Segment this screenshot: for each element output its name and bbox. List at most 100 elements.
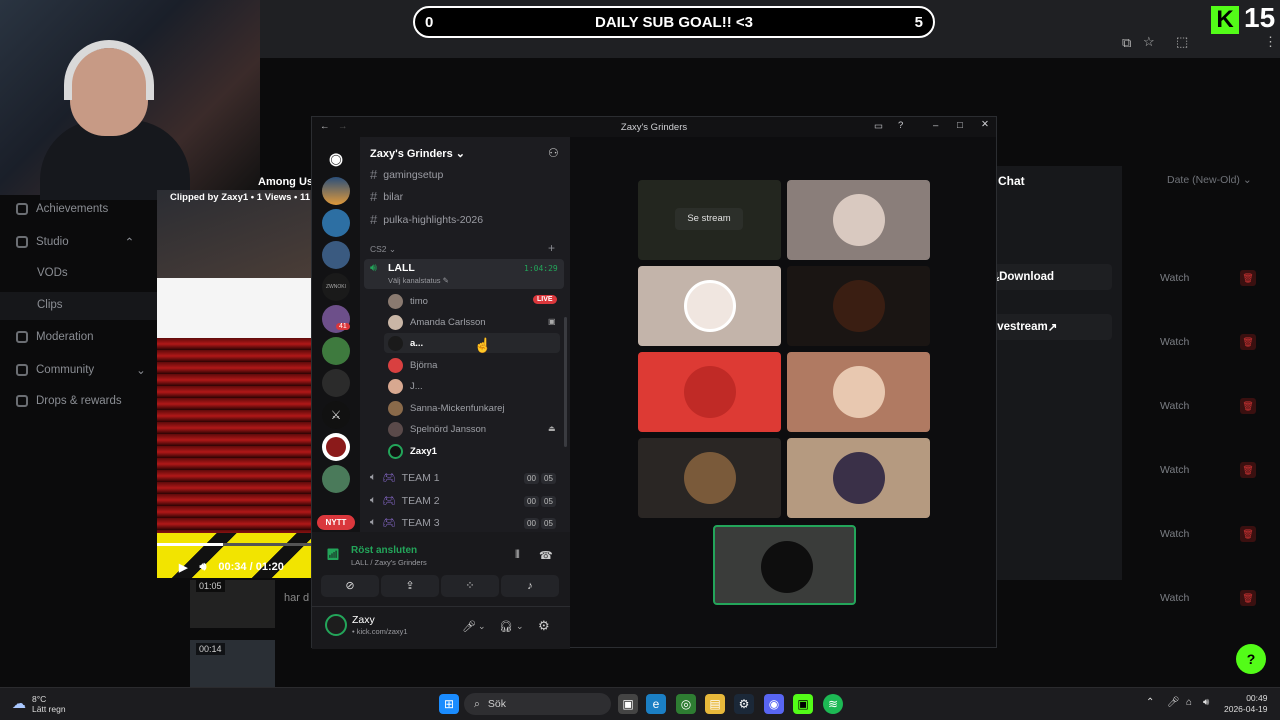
back-arrow-icon[interactable]: ← — [320, 121, 330, 132]
help-icon[interactable]: ? — [898, 120, 903, 131]
minimize-icon[interactable]: – — [933, 120, 938, 131]
inbox-icon[interactable]: ▭ — [874, 121, 883, 132]
nav-drops-rewards[interactable]: Drops & rewards — [16, 395, 122, 407]
voice-user[interactable]: Sanna-Mickenfunkarej — [388, 401, 505, 416]
chrome-icon[interactable]: ◎ — [676, 694, 696, 714]
system-clock[interactable]: 00:49 2026-04-19 — [1224, 693, 1267, 715]
voice-connected-status[interactable]: Röst ansluten — [351, 545, 417, 556]
delete-icon[interactable]: 🗑 — [1240, 398, 1256, 414]
channel-bilar[interactable]: # bilar — [370, 189, 403, 204]
edge-icon[interactable]: e — [646, 694, 666, 714]
weather-icon[interactable]: ☁ — [12, 695, 26, 712]
server-icon[interactable] — [322, 433, 350, 461]
maximize-icon[interactable]: □ — [957, 120, 963, 131]
channel-pulka-highlights[interactable]: # pulka-highlights-2026 — [370, 212, 483, 227]
download-button[interactable]: ⤓ Download — [988, 264, 1112, 290]
voice-user[interactable]: a... — [388, 336, 423, 351]
kick-taskbar-icon[interactable]: ▣ — [793, 694, 813, 714]
bookmark-star-icon[interactable]: ☆ — [1143, 34, 1155, 50]
server-name-header[interactable]: Zaxy's Grinders ⌄ — [370, 147, 465, 160]
delete-icon[interactable]: 🗑 — [1240, 526, 1256, 542]
scrollbar[interactable] — [564, 317, 567, 447]
nav-community[interactable]: Community ⌄ — [16, 363, 146, 377]
date-sort-dropdown[interactable]: Date (New-Old) ⌄ — [1167, 174, 1252, 186]
nav-studio[interactable]: Studio ⌃ — [16, 235, 134, 249]
video-tile[interactable] — [638, 266, 781, 346]
nav-achievements[interactable]: Achievements — [16, 203, 108, 215]
chat-tab[interactable]: Chat — [998, 174, 1025, 188]
user-name[interactable]: Zaxy — [352, 614, 375, 626]
video-tile[interactable] — [787, 352, 930, 432]
delete-icon[interactable]: 🗑 — [1240, 590, 1256, 606]
chevron-down-icon[interactable]: ⌄ — [516, 621, 524, 632]
discord-taskbar-icon[interactable]: ◉ — [764, 694, 784, 714]
weather-widget[interactable]: 8°C Lätt regn — [32, 694, 66, 714]
video-tile[interactable] — [787, 266, 930, 346]
add-member-icon[interactable]: ⚇ — [548, 146, 559, 160]
watch-button[interactable]: Watch — [1160, 336, 1189, 348]
voice-user[interactable]: timo — [388, 294, 428, 309]
channel-gamingsetup[interactable]: # gamingsetup — [370, 167, 443, 182]
volume-tray-icon[interactable]: 🔊︎ — [1203, 697, 1209, 708]
video-tile[interactable] — [638, 438, 781, 518]
translate-icon[interactable]: ⧉ — [1122, 35, 1131, 51]
livestream-link-button[interactable]: ivestream ↗ — [988, 314, 1112, 340]
forward-arrow-icon[interactable]: → — [338, 121, 348, 132]
voice-user[interactable]: Spelnörd Jansson — [388, 422, 486, 437]
server-icon[interactable]: ⚔ — [322, 401, 350, 429]
spotify-icon[interactable]: ≋ — [823, 694, 843, 714]
channel-status[interactable]: Välj kanalstatus ✎ — [388, 276, 449, 285]
menu-icon[interactable]: ⋮ — [1264, 34, 1277, 50]
video-tile-speaking[interactable] — [713, 525, 856, 605]
nav-moderation[interactable]: Moderation — [16, 331, 94, 343]
soundboard-button[interactable]: ♪ — [501, 575, 559, 597]
screen-share-button[interactable]: ⇪ — [381, 575, 439, 597]
start-icon[interactable]: ⊞ — [439, 694, 459, 714]
delete-icon[interactable]: 🗑 — [1240, 462, 1256, 478]
nav-clips[interactable]: Clips — [37, 299, 63, 311]
voice-channel-team1[interactable]: 🔈︎ 🎮︎ TEAM 1 — [370, 471, 440, 484]
avatar[interactable] — [325, 614, 347, 636]
steam-icon[interactable]: ⚙ — [734, 694, 754, 714]
voice-channel-team2[interactable]: 🔈︎ 🎮︎ TEAM 2 — [370, 494, 440, 507]
watch-stream-button[interactable]: Se stream — [675, 208, 743, 230]
activities-button[interactable]: ⁘ — [441, 575, 499, 597]
watch-button[interactable]: Watch — [1160, 400, 1189, 412]
watch-button[interactable]: Watch — [1160, 464, 1189, 476]
microphone-icon[interactable]: 🎤︎ — [462, 620, 476, 633]
video-tile[interactable] — [787, 438, 930, 518]
category-cs2[interactable]: CS2 ⌄ — [370, 244, 396, 255]
voice-user[interactable]: J... — [388, 379, 423, 394]
video-tile[interactable] — [638, 352, 781, 432]
server-icon[interactable] — [322, 241, 350, 269]
mic-tray-icon[interactable]: 🎤︎ — [1167, 697, 1180, 708]
close-icon[interactable]: ✕ — [981, 119, 989, 130]
chevron-down-icon[interactable]: ⌄ — [478, 621, 486, 632]
video-tile[interactable] — [787, 180, 930, 260]
server-icon[interactable]: ZWNOKI — [322, 273, 350, 301]
stream-tile[interactable]: Se stream — [638, 180, 781, 260]
taskbar-search[interactable]: ⌕ Sök — [464, 693, 611, 715]
volume-icon[interactable]: 🔊︎ — [199, 561, 206, 574]
play-icon[interactable]: ▶ — [179, 561, 187, 574]
server-icon[interactable] — [322, 337, 350, 365]
delete-icon[interactable]: 🗑 — [1240, 334, 1256, 350]
disconnect-icon[interactable]: ☎ — [539, 549, 553, 562]
watch-button[interactable]: Watch — [1160, 528, 1189, 540]
task-view-icon[interactable]: ▣ — [618, 694, 638, 714]
server-icon[interactable] — [322, 177, 350, 205]
delete-icon[interactable]: 🗑 — [1240, 270, 1256, 286]
voice-user[interactable]: Björna — [388, 358, 437, 373]
settings-gear-icon[interactable]: ⚙ — [538, 618, 550, 634]
network-icon[interactable]: ⌂ — [1186, 697, 1192, 708]
file-explorer-icon[interactable]: ▤ — [705, 694, 725, 714]
server-icon[interactable] — [322, 209, 350, 237]
server-icon[interactable] — [322, 369, 350, 397]
headphones-icon[interactable]: 🎧︎ — [499, 620, 513, 633]
add-channel-icon[interactable]: + — [548, 241, 555, 255]
voice-location[interactable]: LALL / Zaxy's Grinders — [351, 558, 427, 567]
support-chat-icon[interactable]: ? — [1236, 644, 1266, 674]
extensions-icon[interactable]: ⬚ — [1176, 34, 1188, 50]
nav-vods[interactable]: VODs — [37, 267, 68, 279]
watch-button[interactable]: Watch — [1160, 592, 1189, 604]
